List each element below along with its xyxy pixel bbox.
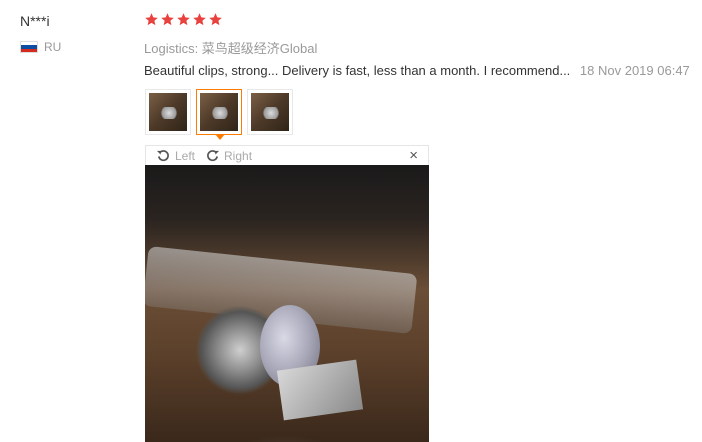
country-code: RU bbox=[44, 40, 62, 54]
thumbnail-3[interactable] bbox=[247, 89, 293, 135]
thumbnail-image bbox=[200, 93, 238, 131]
star-icon bbox=[209, 13, 222, 26]
star-rating bbox=[144, 12, 223, 27]
review-date: 18 Nov 2019 06:47 bbox=[579, 63, 690, 78]
review-thumbnails bbox=[145, 89, 293, 140]
image-viewer-toolbar: Left Right × bbox=[145, 145, 429, 165]
logistics-info: Logistics: 菜鸟超级经济Global bbox=[144, 41, 318, 56]
thumbnail-image bbox=[251, 93, 289, 131]
rotate-left-label: Left bbox=[175, 148, 196, 163]
star-icon bbox=[161, 13, 174, 26]
star-icon bbox=[193, 13, 206, 26]
rotate-left-button[interactable]: Left bbox=[156, 148, 195, 163]
review-content: Beautiful clips, strong... Delivery is f… bbox=[144, 63, 690, 78]
thumbnail-2[interactable] bbox=[196, 89, 242, 140]
rotate-right-icon bbox=[207, 150, 220, 162]
russia-flag-icon bbox=[20, 41, 38, 53]
star-icon bbox=[145, 13, 158, 26]
enlarged-review-photo bbox=[145, 165, 429, 442]
rotate-left-icon bbox=[156, 150, 169, 162]
reviewer-country: RU bbox=[20, 40, 61, 54]
thumbnail-1[interactable] bbox=[145, 89, 191, 135]
star-icon bbox=[177, 13, 190, 26]
reviewer-name: N***i bbox=[20, 13, 50, 29]
rotate-right-button[interactable]: Right bbox=[205, 148, 252, 163]
rotate-right-label: Right bbox=[224, 148, 253, 163]
active-caret-icon bbox=[215, 134, 225, 140]
review-text: Beautiful clips, strong... Delivery is f… bbox=[144, 63, 571, 78]
thumbnail-image bbox=[149, 93, 187, 131]
close-icon[interactable]: × bbox=[409, 148, 418, 163]
